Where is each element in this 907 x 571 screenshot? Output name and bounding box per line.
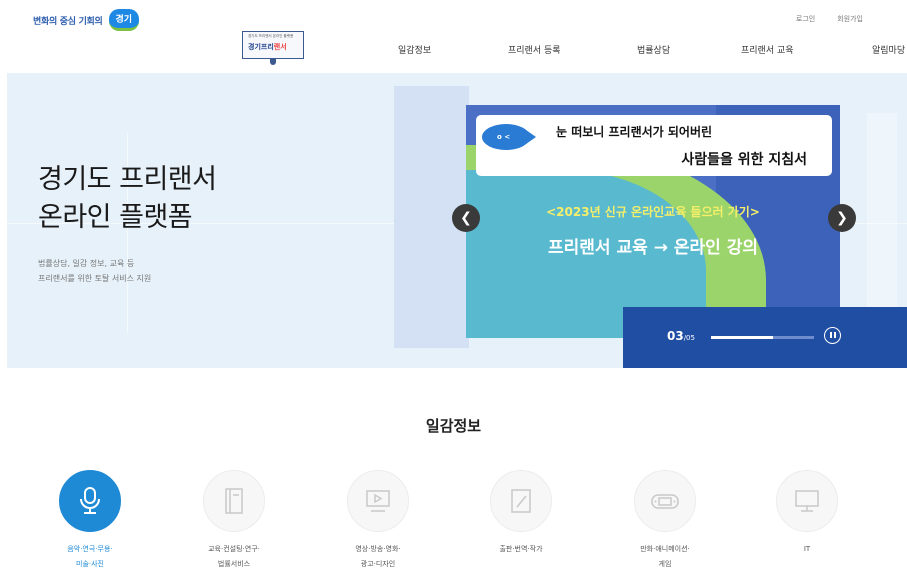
nav-item-job-info[interactable]: 일감정보	[398, 43, 431, 56]
category-label: IT	[803, 545, 811, 553]
gyeonggi-badge: 경기	[108, 9, 140, 31]
category-label: 영상·방송·영화· 광고·디자인	[355, 545, 401, 568]
slide-progress-fill	[711, 336, 773, 339]
gyeonggi-top-logo[interactable]: 변화의 중심 기회의 경기	[33, 9, 140, 31]
nav-item-legal-counsel[interactable]: 법률상담	[637, 43, 670, 56]
category-label: 만화·애니메이션· 게임	[640, 545, 690, 568]
hero-description: 법률상담, 일감 정보, 교육 등 프리랜서를 위한 토탈 서비스 지원	[38, 259, 152, 283]
hero-deco-block	[867, 113, 897, 313]
util-links: 로그인 회원가입	[796, 14, 863, 24]
category-education-consulting[interactable]: 교육·컨설팅·연구· 법률서비스	[199, 470, 269, 570]
slide-prev-button[interactable]: ❮	[452, 204, 480, 232]
slide-banner: o < 눈 떠보니 프리랜서가 되어버린 사람들을 위한 지침서	[476, 115, 832, 176]
category-publishing-translation[interactable]: 출판·번역·작가	[486, 470, 556, 570]
nav-item-notice[interactable]: 알림마당	[872, 43, 905, 56]
slide-banner-line1: 눈 떠보니 프리랜서가 되어버린	[556, 125, 713, 139]
pencil-icon	[511, 489, 531, 513]
game-console-icon	[651, 494, 679, 509]
site-logo-stem	[270, 59, 276, 65]
book-icon	[225, 488, 243, 514]
slide-progress-bar	[711, 336, 814, 339]
slide-controls: 03/05	[623, 307, 907, 368]
slide-next-button[interactable]: ❯	[828, 204, 856, 232]
slide-headline: 프리랜서 교육 → 온라인 강의	[548, 238, 758, 258]
category-label: 음악·연극·무용· 미술·사진	[67, 545, 113, 568]
monitor-icon	[795, 490, 819, 512]
nav-item-freelancer-register[interactable]: 프리랜서 등록	[508, 43, 561, 56]
site-logo-subtitle: 경기도 프리랜서 온라인 플랫폼	[248, 34, 294, 38]
category-video-broadcast[interactable]: 영상·방송·영화· 광고·디자인	[343, 470, 413, 570]
category-music-theater[interactable]: 음악·연극·무용· 미술·사진	[55, 470, 125, 570]
slide-banner-line2: 사람들을 위한 지침서	[681, 152, 807, 168]
login-link[interactable]: 로그인	[796, 14, 815, 24]
fish-illustration: o <	[482, 124, 536, 150]
slogan-text: 변화의 중심 기회의	[33, 16, 103, 27]
microphone-icon	[80, 487, 100, 514]
chevron-right-icon: ❯	[836, 210, 848, 226]
slide-counter: 03/05	[667, 329, 695, 343]
pause-icon[interactable]	[824, 327, 841, 344]
chevron-left-icon: ❮	[460, 210, 472, 226]
section-title: 일감정보	[425, 417, 482, 435]
slide-subtitle: <2023년 신규 온라인교육 들으러 가기>	[546, 205, 760, 219]
hero-title: 경기도 프리랜서 온라인 플랫폼	[38, 164, 217, 233]
category-circle	[203, 470, 265, 532]
banner-slide[interactable]: o < 눈 떠보니 프리랜서가 되어버린 사람들을 위한 지침서 <2023년 …	[466, 105, 840, 338]
category-comics-animation-game[interactable]: 만화·애니메이션· 게임	[630, 470, 700, 570]
category-it[interactable]: IT	[772, 470, 842, 570]
category-circle	[347, 470, 409, 532]
join-link[interactable]: 회원가입	[837, 14, 863, 24]
category-circle	[634, 470, 696, 532]
main-navigation: 일감정보 프리랜서 등록 법률상담 프리랜서 교육 알림마당	[0, 43, 907, 59]
category-label: 출판·번역·작가	[499, 545, 543, 553]
hero-section: 경기도 프리랜서 온라인 플랫폼 법률상담, 일감 정보, 교육 등 프리랜서를…	[7, 73, 907, 368]
category-circle	[490, 470, 552, 532]
category-label: 교육·컨설팅·연구· 법률서비스	[208, 545, 260, 568]
video-play-icon	[366, 490, 390, 512]
category-circle	[776, 470, 838, 532]
nav-item-freelancer-education[interactable]: 프리랜서 교육	[741, 43, 794, 56]
category-circle	[59, 470, 121, 532]
